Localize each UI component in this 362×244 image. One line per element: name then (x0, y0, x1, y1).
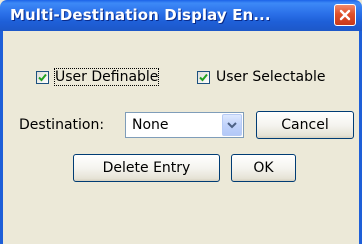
window-frame-left (0, 31, 3, 244)
cancel-button[interactable]: Cancel (256, 111, 354, 139)
user-selectable-checkbox-box[interactable] (197, 70, 210, 84)
dialog-window: Multi-Destination Display En... User Def… (0, 0, 362, 244)
chevron-down-icon (227, 122, 237, 129)
user-definable-checkbox-box[interactable] (36, 70, 49, 84)
title-bar[interactable]: Multi-Destination Display En... (0, 0, 362, 31)
destination-dropdown[interactable]: None (125, 112, 244, 138)
ok-button[interactable]: OK (231, 154, 296, 182)
close-button[interactable] (334, 4, 356, 26)
close-x-icon (339, 6, 351, 25)
user-definable-label: User Definable (53, 68, 160, 86)
checkmark-icon (199, 73, 208, 81)
user-definable-checkbox[interactable]: User Definable (36, 68, 160, 86)
user-selectable-label: User Selectable (216, 69, 326, 85)
dropdown-arrow-button[interactable] (222, 114, 242, 136)
destination-label: Destination: (19, 117, 105, 133)
destination-value: None (132, 117, 169, 133)
checkmark-icon (38, 73, 47, 81)
user-selectable-checkbox[interactable]: User Selectable (197, 69, 326, 85)
window-title: Multi-Destination Display En... (10, 6, 271, 24)
delete-entry-button[interactable]: Delete Entry (73, 154, 220, 182)
